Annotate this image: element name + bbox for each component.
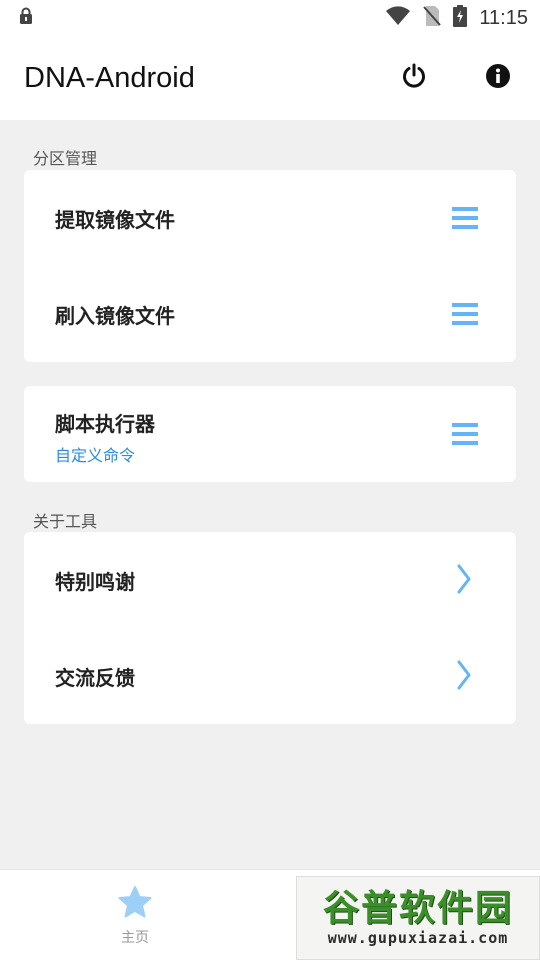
nav-item-home[interactable]: 主页 bbox=[35, 870, 235, 960]
battery-charging-icon bbox=[453, 5, 468, 31]
nav-label-home: 主页 bbox=[121, 929, 149, 946]
row-flash-image[interactable]: 刷入镜像文件 bbox=[24, 266, 516, 362]
power-icon bbox=[401, 63, 427, 93]
row-label: 提取镜像文件 bbox=[55, 208, 175, 232]
info-icon bbox=[485, 63, 511, 93]
status-time: 11:15 bbox=[479, 6, 528, 29]
row-special-thanks[interactable]: 特别鸣谢 bbox=[24, 532, 516, 628]
no-sim-icon bbox=[423, 5, 442, 31]
row-extract-image[interactable]: 提取镜像文件 bbox=[24, 170, 516, 266]
chevron-right-icon bbox=[456, 660, 472, 690]
app-title: DNA-Android bbox=[24, 61, 195, 94]
row-label: 交流反馈 bbox=[55, 666, 135, 690]
info-button[interactable] bbox=[477, 57, 519, 99]
row-label: 脚本执行器 bbox=[55, 412, 155, 436]
row-label: 刷入镜像文件 bbox=[55, 304, 175, 328]
menu-icon bbox=[452, 302, 478, 326]
lock-icon bbox=[18, 7, 34, 29]
app-bar: DNA-Android bbox=[0, 36, 540, 120]
star-icon bbox=[117, 885, 153, 923]
menu-icon bbox=[452, 422, 478, 446]
partition-card: 提取镜像文件 刷入镜像文件 bbox=[24, 170, 516, 362]
status-bar: 11:15 bbox=[0, 0, 540, 36]
watermark-logo: 谷普软件园 www.gupuxiazai.com bbox=[296, 876, 540, 960]
section-header-about: 关于工具 bbox=[33, 512, 98, 531]
menu-icon bbox=[452, 206, 478, 230]
wifi-icon bbox=[385, 6, 411, 30]
chevron-right-icon bbox=[456, 564, 472, 594]
power-button[interactable] bbox=[393, 57, 435, 99]
about-card: 特别鸣谢 交流反馈 bbox=[24, 532, 516, 724]
watermark-url: www.gupuxiazai.com bbox=[327, 929, 509, 947]
row-subtitle: 自定义命令 bbox=[55, 446, 136, 465]
status-icons: 11:15 bbox=[385, 5, 528, 31]
row-script-executor[interactable]: 脚本执行器 自定义命令 bbox=[24, 386, 516, 482]
row-feedback[interactable]: 交流反馈 bbox=[24, 628, 516, 724]
script-card: 脚本执行器 自定义命令 bbox=[24, 386, 516, 482]
row-label: 特别鸣谢 bbox=[55, 570, 135, 594]
section-header-partition: 分区管理 bbox=[33, 149, 98, 168]
watermark-title: 谷普软件园 bbox=[322, 888, 513, 929]
